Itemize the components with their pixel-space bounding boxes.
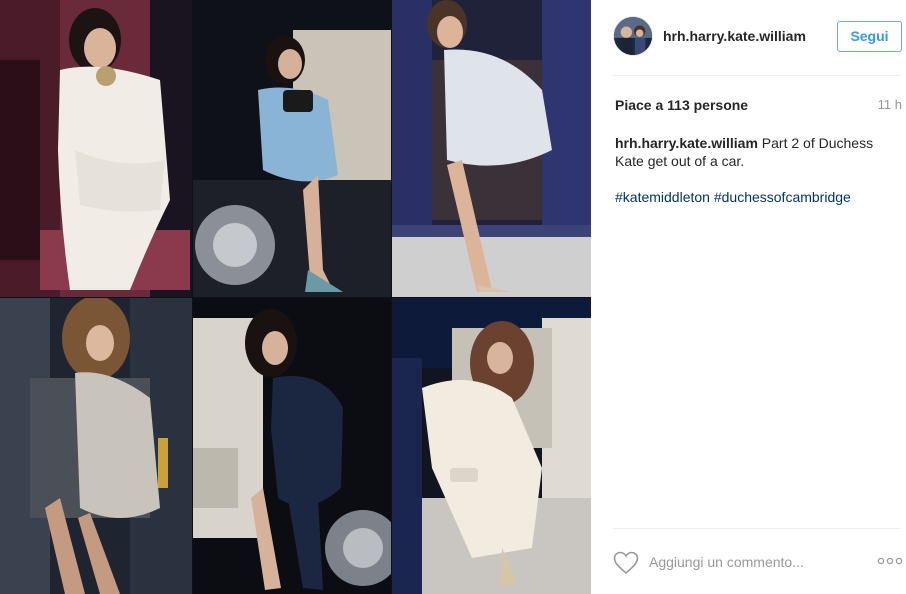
post-username[interactable]: hrh.harry.kate.william bbox=[663, 28, 806, 44]
post-photo[interactable] bbox=[0, 0, 591, 594]
likes-count[interactable]: Piace a 113 persone bbox=[615, 97, 748, 113]
follow-button[interactable]: Segui bbox=[837, 21, 902, 52]
post-header: hrh.harry.kate.william Segui bbox=[591, 0, 906, 76]
avatar[interactable] bbox=[613, 16, 653, 56]
more-options-icon[interactable] bbox=[877, 556, 903, 566]
photo-tile-blue-dress-car bbox=[193, 0, 391, 297]
comment-input[interactable]: Aggiungi un commento... bbox=[649, 554, 804, 570]
divider bbox=[613, 528, 900, 529]
photo-tile-cream-jumpsuit-car bbox=[392, 298, 591, 594]
post-caption: hrh.harry.kate.william Part 2 of Duchess… bbox=[615, 134, 899, 170]
hashtag-list: #katemiddleton #duchessofcambridge bbox=[615, 188, 851, 206]
divider bbox=[613, 75, 900, 76]
photo-tile-white-dress-car bbox=[0, 0, 192, 297]
photo-tile-gray-dress-car bbox=[0, 298, 192, 594]
post-side-panel: hrh.harry.kate.william Segui Piace a 113… bbox=[591, 0, 906, 594]
photo-tile-lace-dress-car bbox=[392, 0, 591, 297]
post-timestamp[interactable]: 11 h bbox=[878, 97, 902, 112]
heart-outline-icon[interactable] bbox=[613, 551, 639, 575]
caption-username[interactable]: hrh.harry.kate.william bbox=[615, 135, 758, 151]
hashtag-link[interactable]: #duchessofcambridge bbox=[714, 189, 851, 205]
photo-tile-navy-dress-car bbox=[193, 298, 391, 594]
hashtag-link[interactable]: #katemiddleton bbox=[615, 189, 710, 205]
